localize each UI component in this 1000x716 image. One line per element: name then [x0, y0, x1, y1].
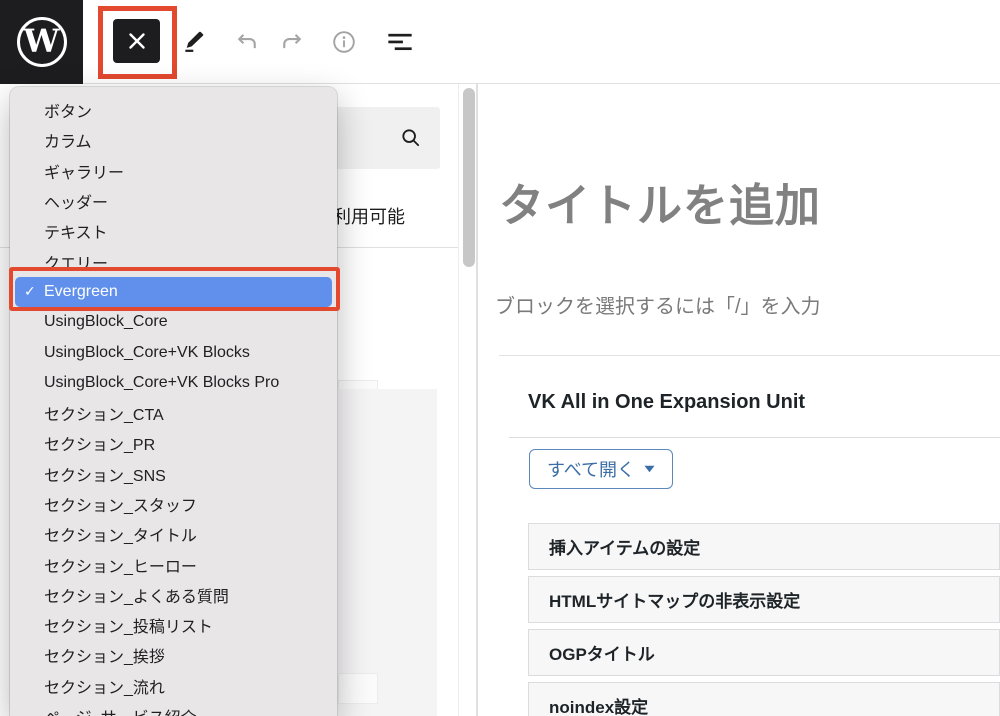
metabox-section-header[interactable]: 挿入アイテムの設定 [528, 523, 1000, 570]
menu-item-label: UsingBlock_Core+VK Blocks Pro [44, 374, 279, 392]
redo-icon [279, 28, 307, 56]
dropdown-menu-item[interactable]: ✓ セクション_流れ [10, 671, 337, 701]
metabox-divider [509, 437, 1000, 438]
panel-scrollbar-thumb[interactable] [463, 88, 475, 267]
metabox-top-border [499, 355, 1000, 356]
metabox-title: VK All in One Expansion Unit [528, 391, 805, 414]
menu-item-label: テキスト [44, 219, 108, 243]
dropdown-menu-item[interactable]: ✓ セクション_SNS [10, 459, 337, 489]
edit-mode-button[interactable] [180, 28, 208, 56]
metabox-section-label: HTMLサイトマップの非表示設定 [549, 587, 800, 612]
block-inserter-toggle-button[interactable] [113, 19, 160, 63]
menu-item-label: セクション_ヒーロー [44, 553, 197, 577]
pencil-icon [180, 28, 208, 56]
menu-item-label: セクション_CTA [44, 401, 164, 425]
dropdown-menu-item[interactable]: ✓ セクション_投稿リスト [10, 610, 337, 640]
dropdown-menu-item[interactable]: ✓ ギャラリー [10, 156, 337, 186]
menu-item-label: セクション_SNS [44, 462, 166, 486]
metabox-section-label: 挿入アイテムの設定 [549, 534, 700, 559]
menu-item-label: セクション_投稿リスト [44, 613, 213, 637]
menu-item-label: セクション_流れ [44, 674, 165, 698]
menu-item-label: セクション_挨拶 [44, 643, 165, 667]
menu-item-label: ギャラリー [44, 159, 124, 183]
details-button[interactable] [330, 28, 358, 56]
menu-item-label: セクション_よくある質問 [44, 583, 229, 607]
metabox-section-header[interactable]: HTMLサイトマップの非表示設定 [528, 576, 1000, 623]
pattern-preview-card[interactable] [338, 389, 437, 716]
menu-item-label: セクション_PR [44, 431, 155, 455]
dropdown-menu-item[interactable]: ✓ UsingBlock_Core+VK Blocks Pro [10, 368, 337, 398]
dropdown-menu-item[interactable]: ✓ ヘッダー [10, 186, 337, 216]
scrollbar-track-edge [458, 84, 459, 716]
menu-item-label: カラム [44, 128, 92, 152]
menu-item-label: ボタン [44, 98, 92, 122]
menu-item-label: セクション_タイトル [44, 522, 197, 546]
redo-button[interactable] [279, 28, 307, 56]
pattern-category-dropdown-menu: ✓ ボタン ✓ カラム ✓ ギャラリー ✓ ヘッダー ✓ テキスト ✓ クエリー… [10, 87, 337, 716]
dropdown-menu-item[interactable]: ✓ セクション_PR [10, 428, 337, 458]
post-title-field[interactable]: タイトルを追加 [499, 169, 821, 234]
dropdown-menu-item[interactable]: ✓ UsingBlock_Core [10, 307, 337, 337]
close-icon [128, 32, 146, 50]
caret-down-icon [644, 465, 655, 473]
metabox-section-label: OGPタイトル [549, 640, 655, 665]
dropdown-menu-item[interactable]: ✓ セクション_CTA [10, 398, 337, 428]
editor-canvas: タイトルを追加 ブロックを選択するには「/」を入力 VK All in One … [480, 84, 1000, 716]
list-view-button[interactable] [386, 28, 414, 56]
open-all-button[interactable]: すべて開く [529, 449, 673, 489]
metabox-section-header[interactable]: noindex設定 [528, 682, 1000, 716]
undo-button[interactable] [232, 28, 260, 56]
dropdown-menu-item[interactable]: ✓ セクション_挨拶 [10, 640, 337, 670]
block-appender-field[interactable]: ブロックを選択するには「/」を入力 [495, 290, 821, 319]
dropdown-menu-item[interactable]: ✓ テキスト [10, 216, 337, 246]
dropdown-menu-item[interactable]: ✓ カラム [10, 125, 337, 155]
metabox-section-header[interactable]: OGPタイトル [528, 629, 1000, 676]
pattern-thumbnail [338, 673, 378, 704]
metabox-section-label: noindex設定 [549, 693, 648, 716]
dropdown-menu-item[interactable]: ✓ セクション_タイトル [10, 519, 337, 549]
search-icon [398, 125, 424, 156]
info-icon [330, 28, 358, 56]
highlight-box-evergreen-item [9, 267, 340, 311]
menu-item-label: UsingBlock_Core [44, 313, 168, 331]
dropdown-menu-item[interactable]: ✓ ページ_サービス紹介 [10, 701, 337, 716]
dropdown-menu-item[interactable]: ✓ UsingBlock_Core+VK Blocks [10, 337, 337, 367]
list-view-icon [386, 28, 414, 56]
dropdown-menu-item[interactable]: ✓ セクション_よくある質問 [10, 580, 337, 610]
menu-item-label: セクション_スタッフ [44, 492, 197, 516]
open-all-label: すべて開く [547, 456, 635, 482]
editor-toolbar: W [0, 0, 1000, 84]
dropdown-menu-item[interactable]: ✓ セクション_スタッフ [10, 489, 337, 519]
wordpress-logo[interactable]: W [0, 0, 83, 84]
menu-item-label: UsingBlock_Core+VK Blocks [44, 344, 250, 362]
undo-icon [232, 28, 260, 56]
patterns-available-label: 利用可能 [333, 203, 405, 229]
dropdown-menu-item[interactable]: ✓ セクション_ヒーロー [10, 549, 337, 579]
menu-item-label: ページ_サービス紹介 [44, 704, 197, 716]
dropdown-menu-item[interactable]: ✓ ボタン [10, 95, 337, 125]
metabox-section-list: 挿入アイテムの設定 HTMLサイトマップの非表示設定 OGPタイトル noind… [528, 523, 1000, 716]
menu-item-label: ヘッダー [44, 189, 108, 213]
wordpress-w-icon: W [17, 17, 67, 67]
